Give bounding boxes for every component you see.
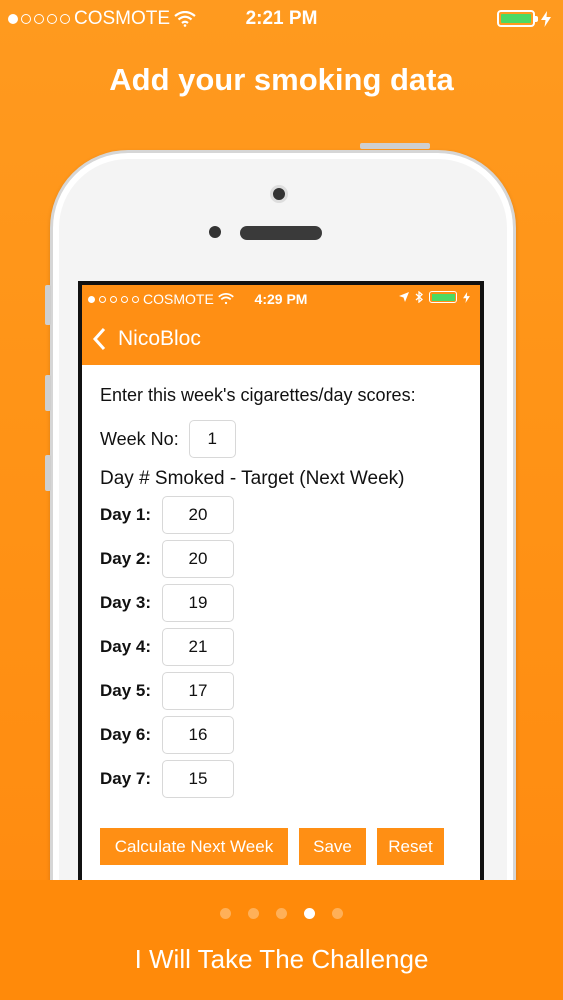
day-row: Day 4: 21 [100, 628, 462, 666]
day-2-input[interactable]: 20 [162, 540, 234, 578]
camera-icon [270, 185, 288, 203]
day-label: Day 3: [100, 593, 152, 612]
speaker-grille [240, 226, 322, 240]
form-content: Enter this week's cigarettes/day scores:… [82, 385, 480, 798]
week-label: Week No: [100, 428, 179, 449]
day-label: Day 1: [100, 505, 152, 524]
page-dot[interactable] [332, 908, 343, 919]
day-label: Day 2: [100, 549, 152, 568]
device-screen: COSMOTE 4:29 PM NicoBloc Enter this week… [78, 281, 484, 891]
volume-up-button [45, 375, 51, 411]
week-row: Week No: 1 [100, 420, 462, 458]
save-button[interactable]: Save [299, 828, 366, 865]
page-dot[interactable] [276, 908, 287, 919]
week-number-input[interactable]: 1 [188, 420, 236, 458]
bluetooth-icon [415, 291, 423, 303]
volume-down-button [45, 455, 51, 491]
battery-icon [497, 10, 538, 27]
column-header: Day # Smoked - Target (Next Week) [100, 468, 405, 489]
take-challenge-button[interactable]: I Will Take The Challenge [0, 944, 563, 975]
calculate-next-week-button[interactable]: Calculate Next Week [100, 828, 288, 865]
day-row: Day 1: 20 [100, 496, 462, 534]
intro-text: Enter this week's cigarettes/day scores: [100, 385, 416, 405]
day-row: Day 3: 19 [100, 584, 462, 622]
back-label: NicoBloc [118, 327, 201, 350]
bottom-bar: I Will Take The Challenge [0, 880, 563, 1000]
device-status-bar: COSMOTE 4:29 PM [82, 285, 480, 313]
page-dot-active[interactable] [304, 908, 315, 919]
reset-button[interactable]: Reset [377, 828, 444, 865]
day-6-input[interactable]: 16 [162, 716, 234, 754]
day-3-input[interactable]: 19 [162, 584, 234, 622]
status-bar: COSMOTE 2:21 PM [0, 0, 563, 38]
day-row: Day 2: 20 [100, 540, 462, 578]
nav-bar: NicoBloc [82, 313, 480, 365]
day-label: Day 4: [100, 637, 152, 656]
day-label: Day 6: [100, 725, 152, 744]
day-5-input[interactable]: 17 [162, 672, 234, 710]
day-label: Day 5: [100, 681, 152, 700]
page-title: Add your smoking data [109, 62, 454, 97]
chevron-left-icon [92, 327, 106, 351]
location-arrow-icon [399, 292, 409, 302]
back-button[interactable]: NicoBloc [92, 327, 201, 351]
page-indicator[interactable] [0, 908, 563, 919]
day-7-input[interactable]: 15 [162, 760, 234, 798]
charging-bolt-icon [541, 10, 551, 27]
charging-bolt-icon [463, 291, 470, 303]
day-4-input[interactable]: 21 [162, 628, 234, 666]
page-dot[interactable] [220, 908, 231, 919]
sensor-icon [209, 226, 221, 238]
status-time: 2:21 PM [245, 8, 318, 29]
mute-switch [45, 285, 51, 325]
day-label: Day 7: [100, 769, 152, 788]
day-row: Day 7: 15 [100, 760, 462, 798]
page-dot[interactable] [248, 908, 259, 919]
action-buttons: Calculate Next Week Save Reset [100, 828, 444, 865]
day-1-input[interactable]: 20 [162, 496, 234, 534]
power-button [360, 143, 430, 149]
day-row: Day 6: 16 [100, 716, 462, 754]
device-battery-icon [429, 291, 457, 303]
day-row: Day 5: 17 [100, 672, 462, 710]
